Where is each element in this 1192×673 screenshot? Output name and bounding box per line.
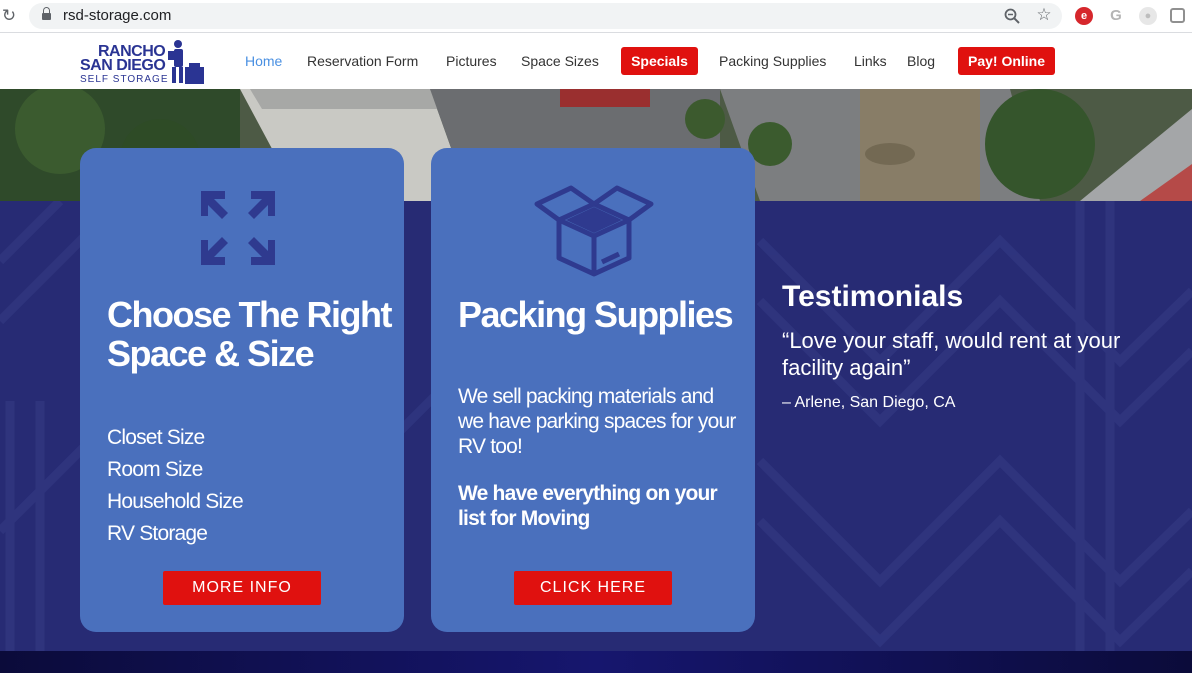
open-box-icon (534, 185, 654, 277)
nav-specials-button[interactable]: Specials (621, 47, 698, 75)
click-here-button[interactable]: CLICK HERE (514, 571, 672, 605)
lock-icon[interactable] (42, 7, 51, 22)
packing-tagline: We have everything on your list for Movi… (458, 482, 718, 530)
address-bar[interactable]: rsd-storage.com ☆ (29, 3, 1062, 29)
testimonial-author: – Arlene, San Diego, CA (782, 394, 956, 411)
size-list: Closet Size Room Size Household Size RV … (107, 422, 244, 550)
site-logo[interactable]: RANCHO SAN DIEGO SELF STORAGE (80, 39, 205, 87)
nav-pictures[interactable]: Pictures (446, 52, 497, 70)
bookmark-star-icon[interactable]: ☆ (1034, 5, 1054, 25)
logo-line-3: SELF STORAGE (80, 74, 169, 85)
site-header: RANCHO SAN DIEGO SELF STORAGE Home Reser… (0, 33, 1192, 89)
nav-blog[interactable]: Blog (907, 52, 935, 70)
mover-figure-icon (168, 40, 204, 84)
packing-description: We sell packing materials and we have pa… (458, 385, 736, 458)
list-item-household-size: Household Size (107, 490, 244, 513)
nav-packing-supplies[interactable]: Packing Supplies (719, 52, 826, 70)
expand-arrows-icon (201, 191, 275, 265)
space-size-card: Choose The Right Space & Size Closet Siz… (80, 148, 404, 632)
browser-toolbar: ↻ rsd-storage.com ☆ e G ● (0, 0, 1192, 33)
extension-grey-icon[interactable]: ● (1139, 7, 1157, 25)
url-text[interactable]: rsd-storage.com (63, 7, 171, 25)
list-item-rv-storage: RV Storage (107, 522, 208, 545)
card-title-space-size: Choose The Right Space & Size (107, 294, 393, 374)
testimonial-quote: “Love your staff, would rent at your fac… (782, 328, 1121, 380)
more-info-button[interactable]: MORE INFO (163, 571, 321, 605)
packing-supplies-card: Packing Supplies We sell packing materia… (431, 148, 755, 632)
extension-red-icon[interactable]: e (1075, 7, 1093, 25)
nav-reservation-form[interactable]: Reservation Form (307, 52, 418, 70)
list-item-room-size: Room Size (107, 458, 203, 481)
logo-line-2: SAN DIEGO (80, 57, 166, 74)
card-title-packing-supplies: Packing Supplies (458, 294, 734, 335)
nav-pay-online-button[interactable]: Pay! Online (958, 47, 1055, 75)
nav-space-sizes[interactable]: Space Sizes (521, 52, 599, 70)
bottom-section-edge (0, 651, 1192, 673)
reload-icon[interactable]: ↻ (0, 6, 18, 26)
testimonials-heading: Testimonials (782, 280, 964, 313)
zoom-icon[interactable] (1003, 7, 1021, 25)
nav-home[interactable]: Home (245, 52, 282, 70)
google-extension-icon[interactable]: G (1107, 7, 1125, 25)
list-item-closet-size: Closet Size (107, 426, 205, 449)
nav-links[interactable]: Links (854, 52, 887, 70)
extension-square-icon[interactable] (1170, 8, 1185, 23)
